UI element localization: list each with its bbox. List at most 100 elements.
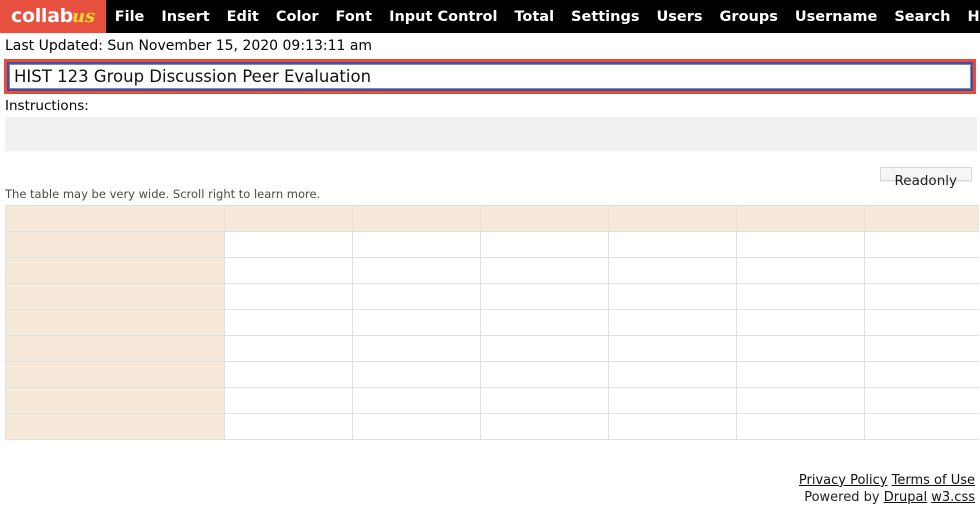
table-cell[interactable]: [224, 230, 353, 258]
table-cell[interactable]: [352, 386, 481, 414]
table-cell[interactable]: [736, 386, 865, 414]
table-cell[interactable]: [480, 334, 609, 362]
table-cell[interactable]: [864, 334, 979, 362]
w3css-link[interactable]: w3.css: [931, 490, 975, 505]
table-cell[interactable]: [352, 412, 481, 440]
table-cell[interactable]: [352, 334, 481, 362]
table-cell[interactable]: [608, 230, 737, 258]
table-cell[interactable]: [480, 412, 609, 440]
nav-item-font[interactable]: Font: [327, 0, 381, 33]
table-cell[interactable]: [224, 308, 353, 336]
nav-item-search[interactable]: Search: [886, 0, 959, 33]
nav-item-input-control[interactable]: Input Control: [381, 0, 506, 33]
table-cell[interactable]: [224, 386, 353, 414]
table-cell[interactable]: [480, 386, 609, 414]
nav-item-insert[interactable]: Insert: [153, 0, 218, 33]
table-cell[interactable]: [864, 230, 979, 258]
nav-item-file[interactable]: File: [106, 0, 153, 33]
table-cell[interactable]: [736, 230, 865, 258]
table-cell[interactable]: [224, 412, 353, 440]
nav-item-groups[interactable]: Groups: [711, 0, 786, 33]
table-cell[interactable]: [352, 256, 481, 284]
table-cell[interactable]: [480, 230, 609, 258]
instructions-label: Instructions:: [5, 97, 89, 114]
table-cell[interactable]: [352, 360, 481, 388]
table-row: [5, 282, 979, 310]
nav-item-total[interactable]: Total: [506, 0, 563, 33]
table-cell[interactable]: [736, 412, 865, 440]
drupal-link[interactable]: Drupal: [884, 490, 927, 505]
table-cell[interactable]: [736, 282, 865, 310]
table-body: [5, 230, 979, 440]
table-scroll-container[interactable]: [5, 204, 979, 440]
table-header-cell[interactable]: [736, 204, 865, 232]
table-header-cell[interactable]: [224, 204, 353, 232]
title-field-focus-ring: [4, 58, 976, 94]
table-cell[interactable]: [480, 282, 609, 310]
table-cell[interactable]: [480, 360, 609, 388]
footer-links-row: Privacy Policy Terms of Use: [0, 472, 975, 490]
table-cell[interactable]: [224, 360, 353, 388]
nav-item-settings[interactable]: Settings: [563, 0, 648, 33]
table-cell[interactable]: [736, 308, 865, 336]
nav-item-help[interactable]: Help: [959, 0, 980, 33]
table-row-header-cell[interactable]: [5, 360, 225, 388]
table-cell[interactable]: [480, 256, 609, 284]
table-row-header-cell[interactable]: [5, 230, 225, 258]
table-cell[interactable]: [864, 360, 979, 388]
nav-item-color[interactable]: Color: [267, 0, 327, 33]
table-cell[interactable]: [608, 256, 737, 284]
brand-logo-accent: us: [71, 5, 96, 27]
table-cell[interactable]: [864, 386, 979, 414]
table-cell[interactable]: [608, 308, 737, 336]
table-row-header-cell[interactable]: [5, 412, 225, 440]
table-cell[interactable]: [352, 308, 481, 336]
table-cell[interactable]: [608, 386, 737, 414]
table-row: [5, 360, 979, 388]
table-row-header-cell[interactable]: [5, 308, 225, 336]
table-cell[interactable]: [736, 256, 865, 284]
table-cell[interactable]: [736, 360, 865, 388]
table-header-cell[interactable]: [352, 204, 481, 232]
table-header-cell[interactable]: [864, 204, 979, 232]
table-row: [5, 230, 979, 258]
privacy-policy-link[interactable]: Privacy Policy: [799, 473, 888, 488]
table-header-cell[interactable]: [5, 204, 225, 232]
terms-of-use-link[interactable]: Terms of Use: [892, 473, 975, 488]
brand-logo[interactable]: collab us: [0, 0, 107, 33]
nav-menu: File Insert Edit Color Font Input Contro…: [106, 0, 980, 33]
table-header-cell[interactable]: [608, 204, 737, 232]
nav-item-edit[interactable]: Edit: [218, 0, 267, 33]
table-cell[interactable]: [608, 334, 737, 362]
readonly-button[interactable]: Readonly: [879, 166, 972, 189]
table-cell[interactable]: [864, 308, 979, 336]
table-cell[interactable]: [352, 282, 481, 310]
table-row: [5, 308, 979, 336]
table-cell[interactable]: [480, 308, 609, 336]
nav-item-username[interactable]: Username: [786, 0, 885, 33]
table-row-header-cell[interactable]: [5, 256, 225, 284]
table-cell[interactable]: [864, 256, 979, 284]
table-cell[interactable]: [608, 412, 737, 440]
table-row-header-cell[interactable]: [5, 282, 225, 310]
table-row-header-cell[interactable]: [5, 334, 225, 362]
table-header-cell[interactable]: [480, 204, 609, 232]
top-navigation-bar: collab us File Insert Edit Color Font Inp…: [0, 0, 980, 33]
table-cell[interactable]: [608, 282, 737, 310]
table-cell[interactable]: [224, 256, 353, 284]
instructions-textarea[interactable]: [5, 116, 977, 151]
form-title-input[interactable]: [9, 63, 971, 89]
table-cell[interactable]: [864, 282, 979, 310]
table-header-row: [5, 204, 979, 232]
table-cell[interactable]: [352, 230, 481, 258]
table-cell[interactable]: [608, 360, 737, 388]
nav-item-users[interactable]: Users: [648, 0, 711, 33]
table-row-header-cell[interactable]: [5, 386, 225, 414]
table-cell[interactable]: [224, 334, 353, 362]
table-cell[interactable]: [224, 282, 353, 310]
table-row: [5, 412, 979, 440]
evaluation-table: [5, 204, 979, 440]
table-cell[interactable]: [864, 412, 979, 440]
table-cell[interactable]: [736, 334, 865, 362]
footer-credits-row: Powered by Drupal w3.css: [0, 489, 975, 507]
